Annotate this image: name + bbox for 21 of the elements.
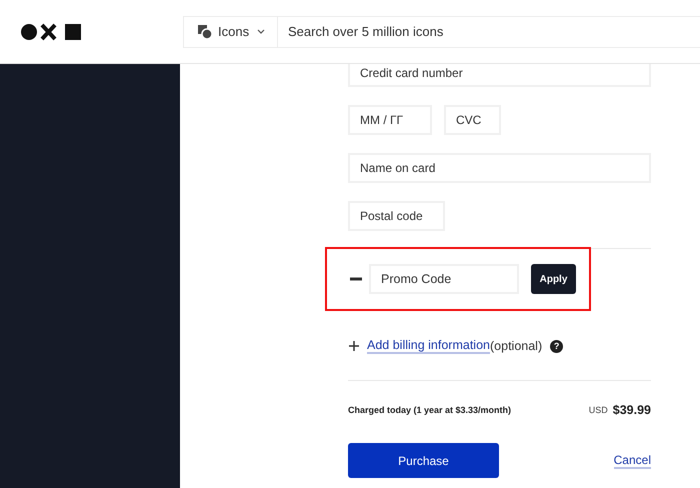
help-icon[interactable]: ? — [550, 340, 564, 352]
charge-description: Charged today (1 year at $3.33/month) — [348, 405, 512, 415]
total-amount: $39.99 — [612, 403, 651, 417]
input-field[interactable]: MM / ГГ — [348, 105, 432, 135]
logo-icon[interactable] — [20, 22, 82, 40]
plus-icon[interactable] — [348, 340, 360, 352]
input-field[interactable]: CVC — [444, 105, 501, 135]
apply-button[interactable]: Apply — [531, 264, 576, 294]
search-field[interactable]: Search over 5 million icons — [278, 16, 700, 48]
promo-code-field[interactable]: Promo Code — [369, 264, 519, 294]
purchase-button[interactable]: Purchase — [348, 443, 499, 478]
input-field[interactable]: Credit card number — [348, 64, 651, 87]
input-field[interactable]: Name on card — [348, 153, 651, 183]
cancel-link[interactable]: Cancel — [614, 452, 651, 468]
shapes-icon — [198, 24, 212, 38]
input-field[interactable]: Postal code — [348, 201, 445, 231]
optional-label: (optional) — [490, 339, 542, 353]
icon-type-dropdown[interactable]: Icons — [183, 16, 278, 48]
chevron-down-icon — [257, 28, 265, 34]
currency-label: USD — [588, 405, 608, 415]
add-billing-link[interactable]: Add billing information — [367, 338, 490, 354]
